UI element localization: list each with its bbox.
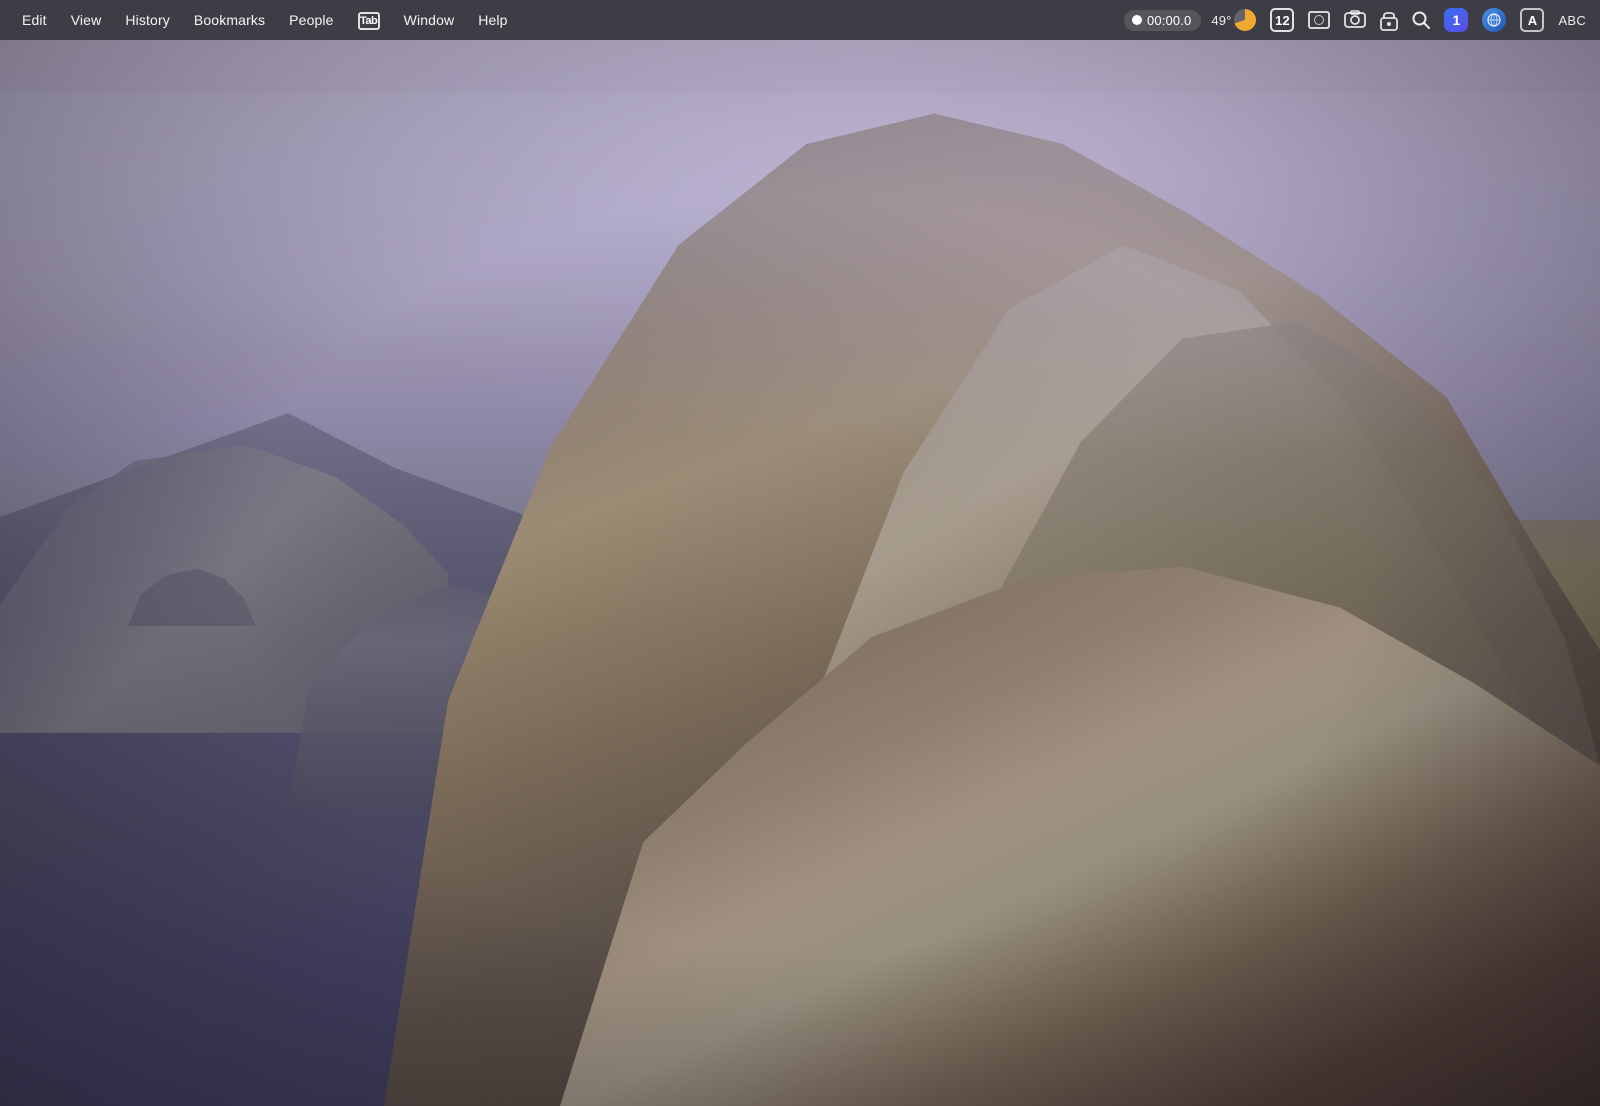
a-icon: A: [1520, 8, 1544, 32]
keyboard-layout-text: ABC: [1558, 13, 1586, 28]
menu-bar: Edit View History Bookmarks People Tab W…: [0, 0, 1600, 40]
temperature-value: 49°: [1211, 13, 1231, 28]
lock-icon-button[interactable]: [1376, 7, 1402, 33]
photo-icon: [1344, 9, 1366, 31]
menu-item-edit[interactable]: Edit: [10, 8, 59, 32]
photo-icon-button[interactable]: [1340, 7, 1370, 33]
temperature-status[interactable]: 49°: [1207, 7, 1260, 33]
menu-item-history[interactable]: History: [113, 8, 182, 32]
num-badge-icon: 12: [1270, 8, 1294, 32]
text-icon-button[interactable]: A: [1516, 6, 1548, 34]
camera-icon: [1308, 11, 1330, 29]
search-icon-button[interactable]: [1408, 8, 1434, 32]
record-dot-icon: [1132, 15, 1142, 25]
status-items-group: 00:00.0 49° 12: [1124, 6, 1590, 34]
menu-items-group: Edit View History Bookmarks People Tab W…: [10, 7, 1124, 34]
badge-number-12[interactable]: 12: [1266, 6, 1298, 34]
menu-item-people[interactable]: People: [277, 8, 345, 32]
lock-icon: [1380, 9, 1398, 31]
record-time-display: 00:00.0: [1147, 13, 1191, 28]
screen-record-button[interactable]: 00:00.0: [1124, 10, 1201, 31]
onepassword-icon: 1: [1444, 8, 1468, 32]
menu-item-bookmarks[interactable]: Bookmarks: [182, 8, 277, 32]
desktop-background: [0, 40, 1600, 1106]
search-icon: [1411, 10, 1431, 30]
menu-item-tab[interactable]: Tab: [346, 7, 392, 34]
onepassword-icon-button[interactable]: 1: [1440, 6, 1472, 34]
temperature-icon: [1234, 9, 1256, 31]
menu-item-window[interactable]: Window: [392, 8, 467, 32]
tab-icon: Tab: [358, 12, 380, 30]
screen-capture-icon[interactable]: [1304, 9, 1334, 31]
globe-icon: [1482, 8, 1506, 32]
globe-icon-button[interactable]: [1478, 6, 1510, 34]
menu-item-view[interactable]: View: [59, 8, 114, 32]
badge-value: 12: [1275, 13, 1290, 28]
keyboard-layout-label[interactable]: ABC: [1554, 11, 1590, 30]
background-scene: [0, 40, 1600, 1106]
menu-item-help[interactable]: Help: [466, 8, 519, 32]
